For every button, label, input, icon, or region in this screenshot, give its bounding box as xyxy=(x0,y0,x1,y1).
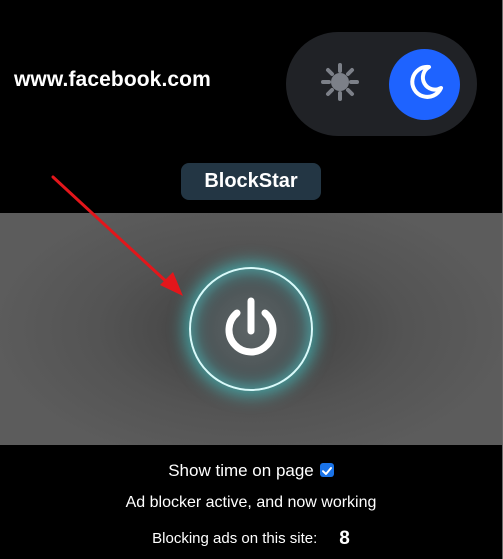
site-url: www.facebook.com xyxy=(14,68,211,91)
brand-badge: BlockStar xyxy=(181,163,321,200)
blocked-count-row: Blocking ads on this site: 8 xyxy=(0,528,502,550)
status-message: Ad blocker active, and now working xyxy=(125,494,377,511)
show-time-checkbox[interactable] xyxy=(319,463,334,477)
show-time-option: Show time on page xyxy=(0,461,502,481)
dark-mode-button[interactable] xyxy=(389,49,460,120)
power-panel xyxy=(0,213,502,445)
blocked-count-label: Blocking ads on this site: xyxy=(152,530,318,547)
sun-icon xyxy=(320,62,360,107)
moon-icon xyxy=(405,62,445,107)
extension-popup: www.facebook.com BlockStar Show time on … xyxy=(0,0,503,559)
light-mode-button[interactable] xyxy=(312,56,368,112)
power-toggle-button[interactable] xyxy=(189,267,313,391)
power-icon xyxy=(215,293,287,365)
checkmark-icon xyxy=(321,467,332,475)
theme-toggle[interactable] xyxy=(286,32,477,136)
blocked-count: 8 xyxy=(339,528,350,549)
show-time-label: Show time on page xyxy=(168,461,314,480)
